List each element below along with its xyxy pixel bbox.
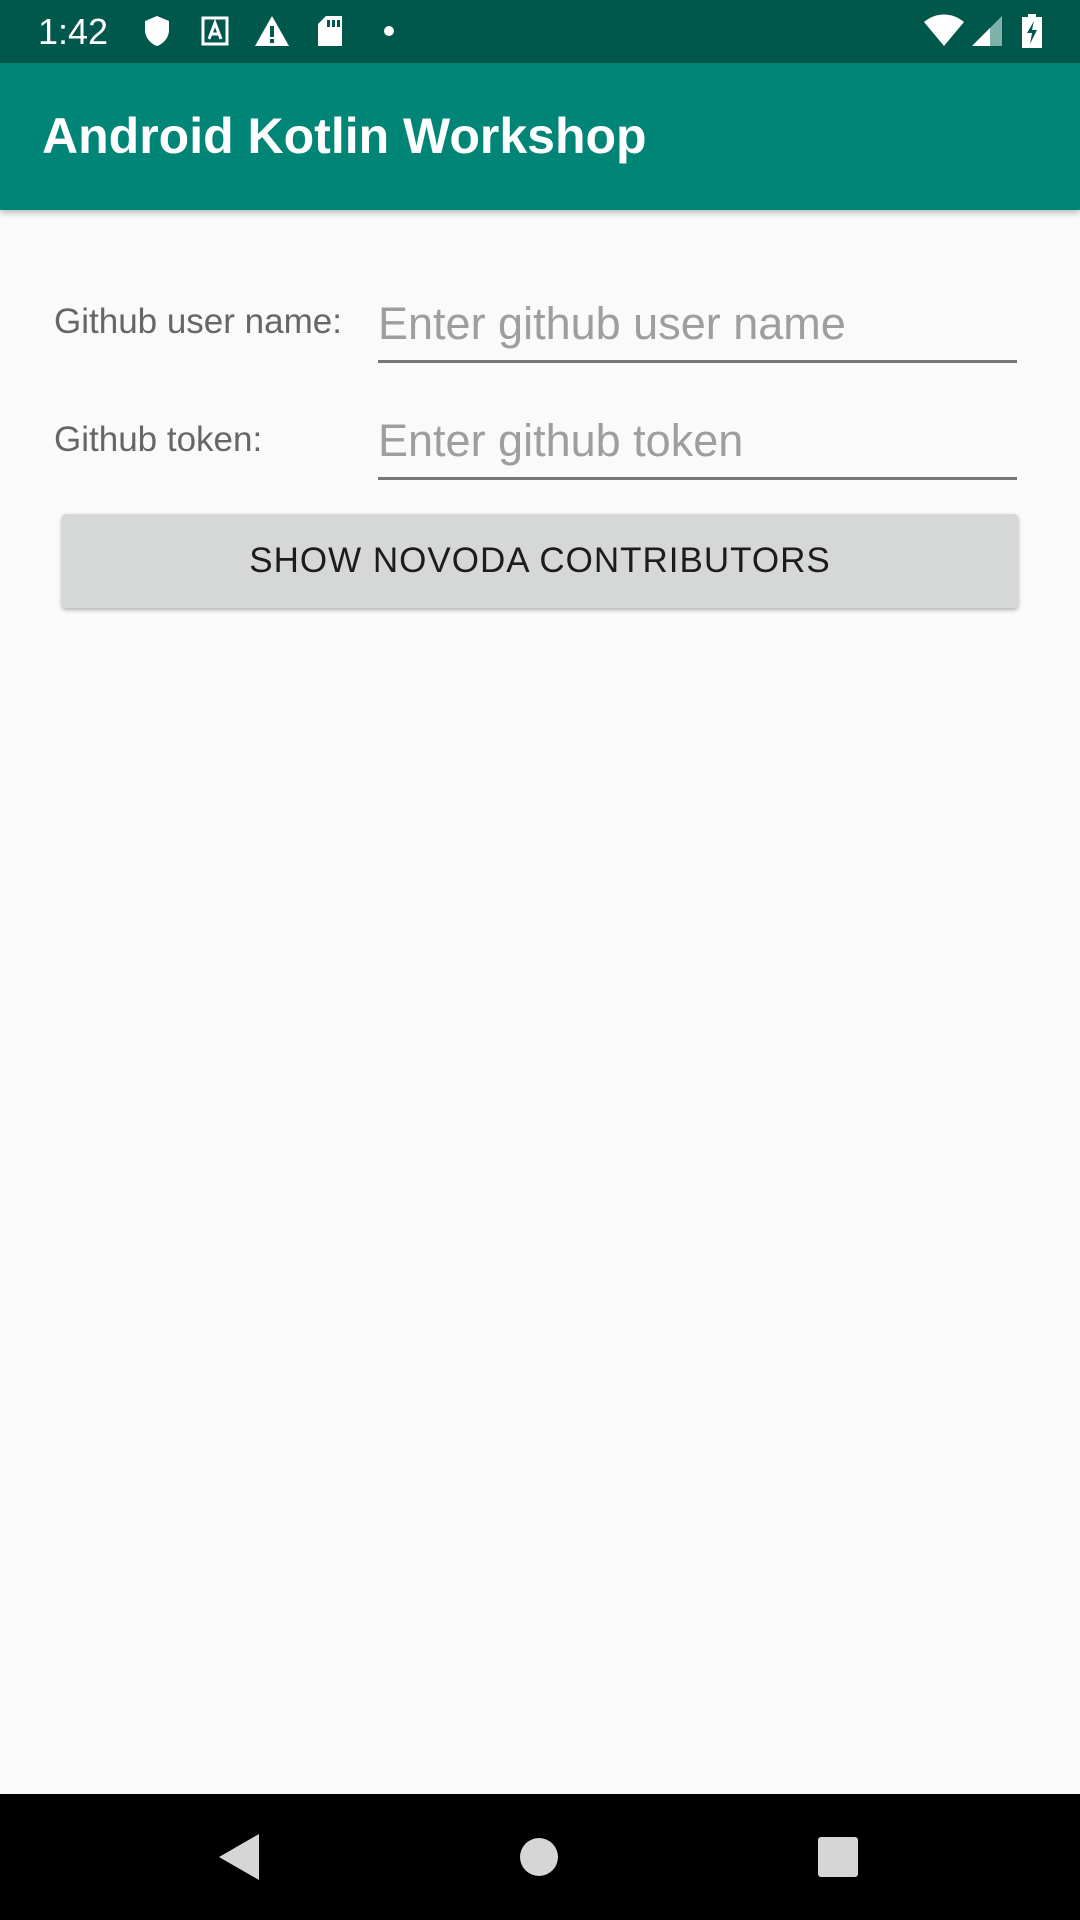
username-label: Github user name: [54, 302, 342, 341]
dot-icon [384, 26, 394, 36]
battery-charging-icon [1022, 14, 1042, 48]
status-bar: 1:42 [0, 0, 1080, 63]
wifi-icon [924, 14, 964, 46]
status-time: 1:42 [38, 11, 109, 52]
recents-icon[interactable] [805, 1824, 871, 1890]
app-bar: Android Kotlin Workshop [0, 63, 1080, 210]
warning-icon [255, 16, 289, 46]
cell-signal-icon [972, 16, 1002, 46]
app-title: Android Kotlin Workshop [42, 108, 647, 164]
shield-icon [145, 16, 169, 46]
token-input[interactable] [378, 405, 1017, 480]
username-input[interactable] [378, 288, 1017, 363]
show-contributors-button[interactable]: SHOW NOVODA CONTRIBUTORS [62, 514, 1018, 608]
back-icon[interactable] [207, 1824, 273, 1890]
sd-card-icon [318, 16, 342, 46]
home-icon[interactable] [506, 1824, 572, 1890]
token-label: Github token: [54, 420, 263, 459]
text-a-icon [201, 16, 229, 46]
navigation-bar [0, 1794, 1080, 1920]
app-screen: 1:42 Android Kotlin Workshop Github user… [0, 0, 1080, 1920]
